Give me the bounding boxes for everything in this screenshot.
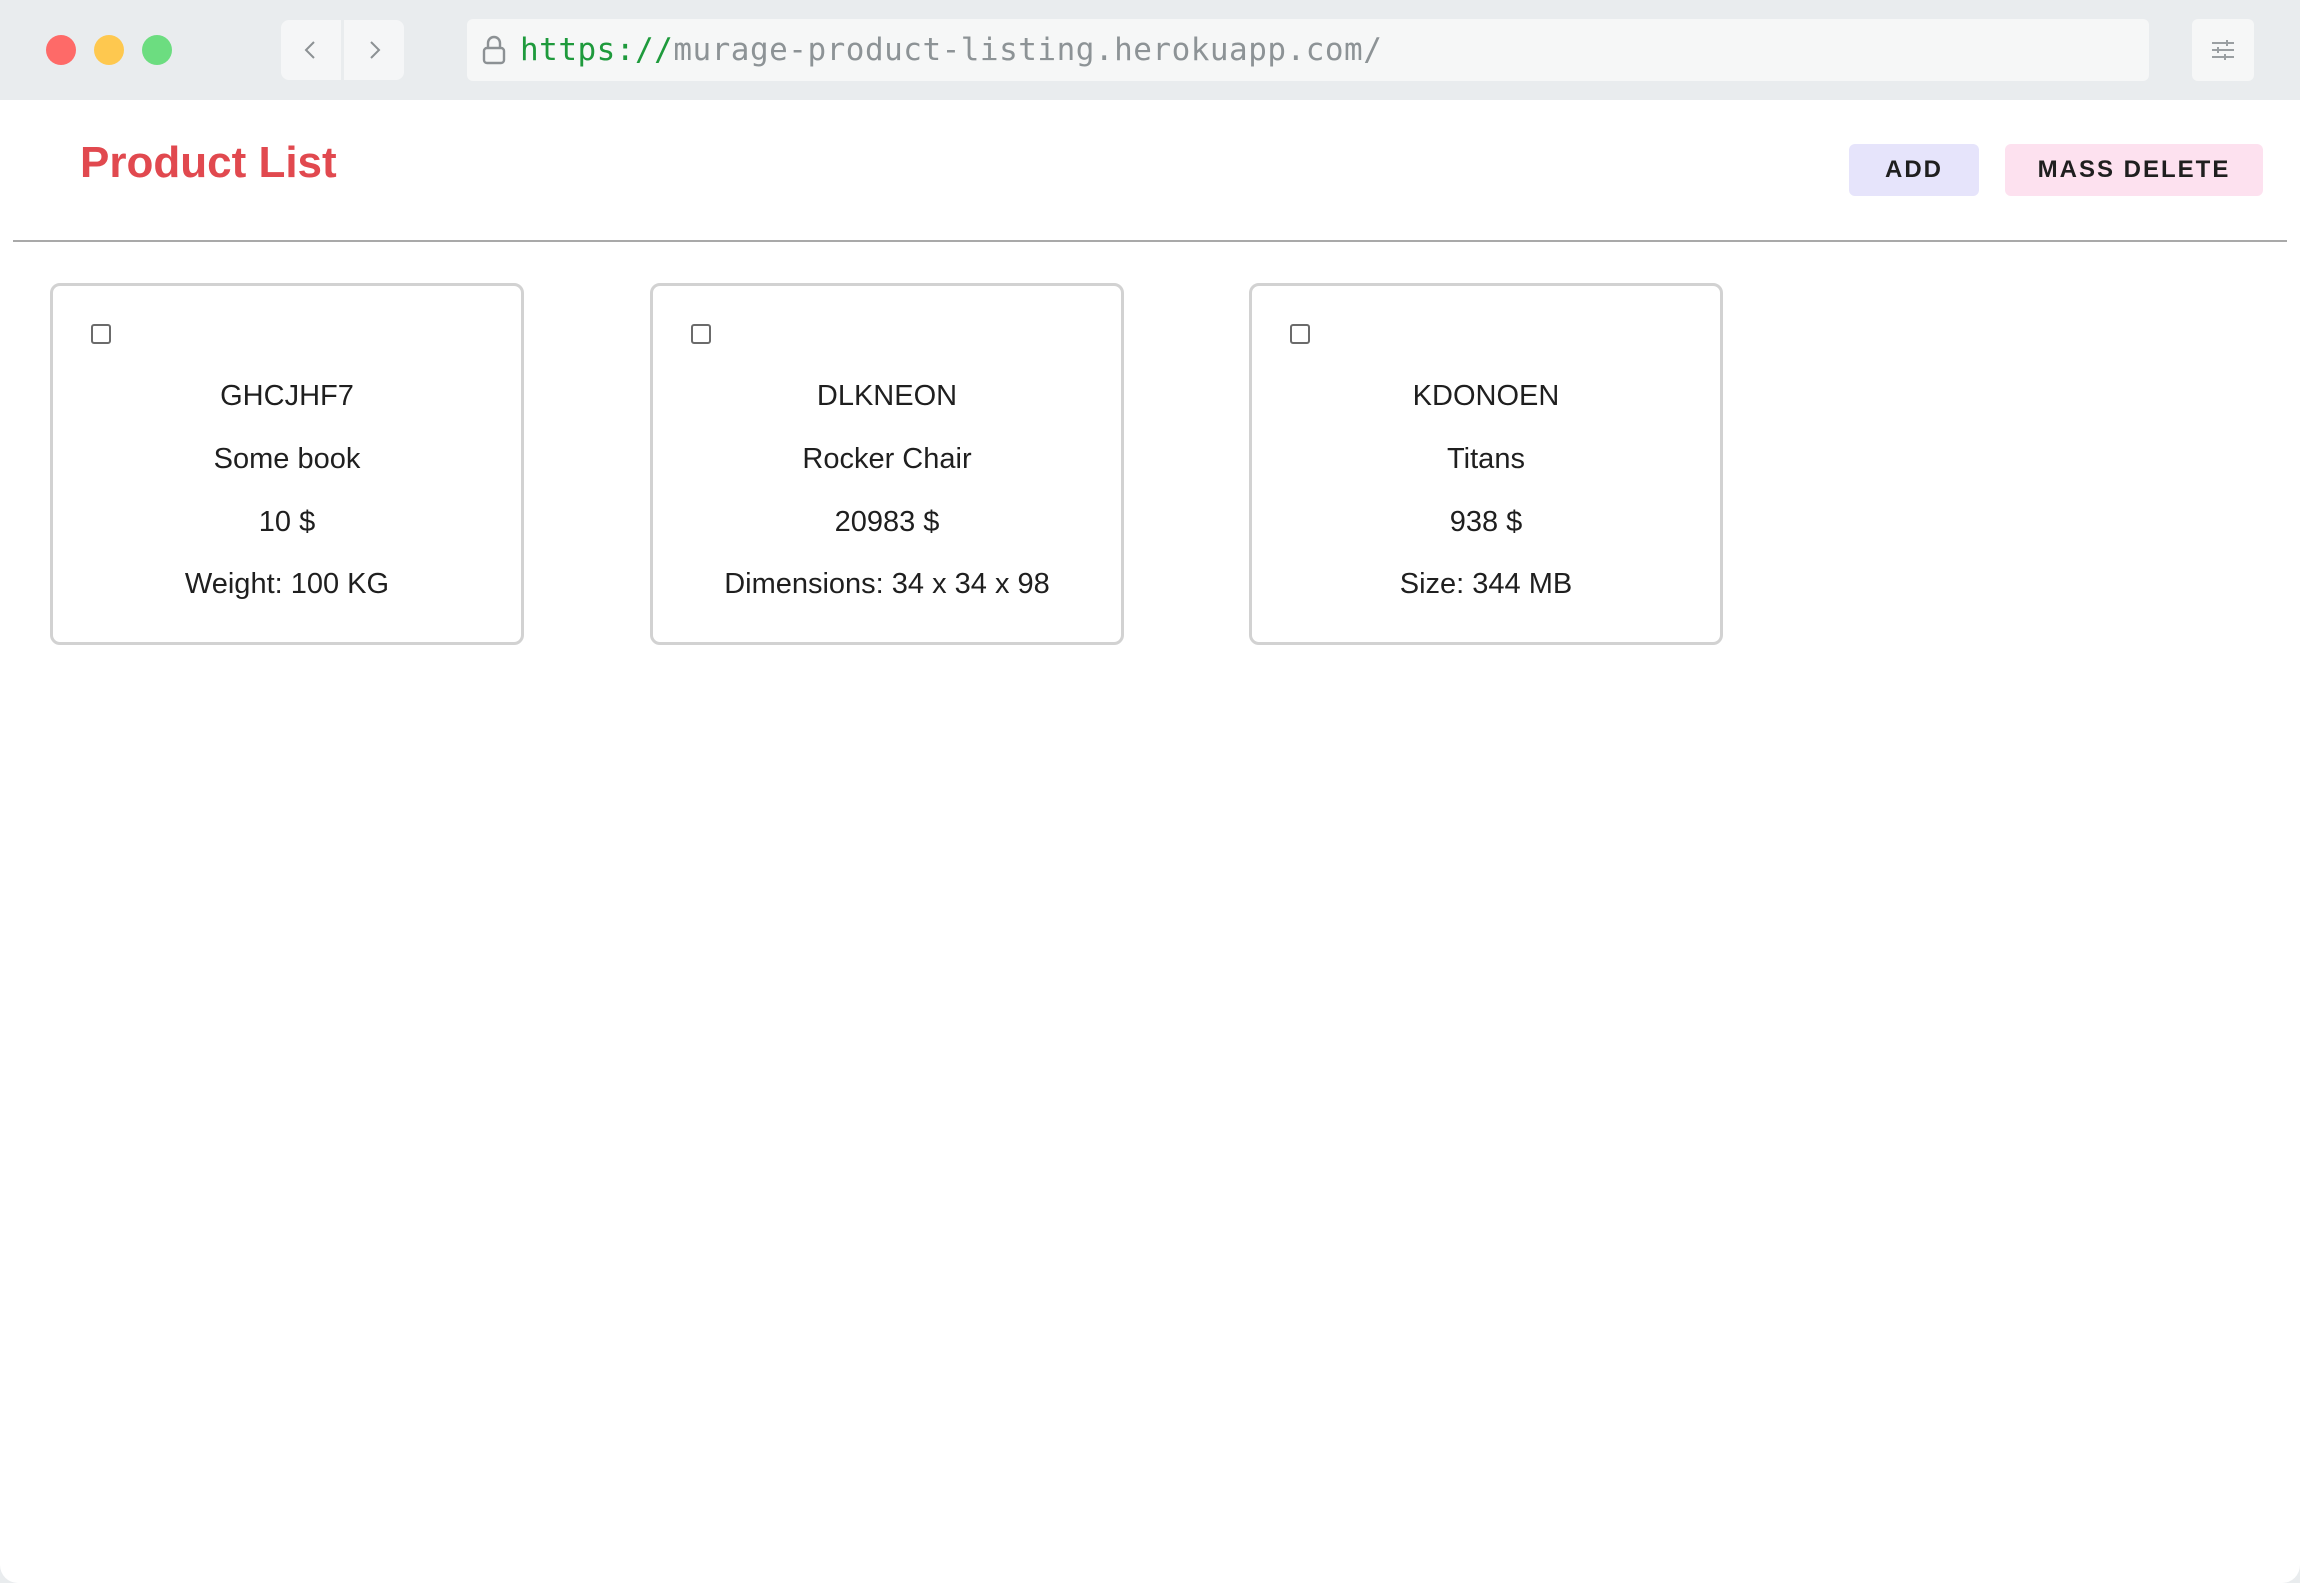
- delete-checkbox[interactable]: [91, 324, 111, 344]
- product-attribute: Size: 344 MB: [1399, 568, 1573, 600]
- product-price: 10 $: [258, 506, 316, 538]
- page-title: Product List: [80, 138, 337, 187]
- product-name: Rocker Chair: [802, 443, 972, 475]
- browser-window: https://murage-product-listing.herokuapp…: [0, 0, 2300, 1583]
- product-sku: DLKNEON: [816, 380, 958, 412]
- product-attribute: Dimensions: 34 x 34 x 98: [724, 568, 1050, 600]
- browser-toolbar: https://murage-product-listing.herokuapp…: [0, 0, 2300, 100]
- lock-icon: [480, 34, 508, 66]
- product-name: Titans: [1447, 443, 1525, 475]
- delete-checkbox[interactable]: [1290, 324, 1310, 344]
- mass-delete-button[interactable]: MASS DELETE: [2005, 144, 2263, 196]
- url-text: https://murage-product-listing.herokuapp…: [520, 32, 1382, 68]
- add-button[interactable]: ADD: [1849, 144, 1979, 196]
- address-bar[interactable]: https://murage-product-listing.herokuapp…: [467, 19, 2149, 81]
- delete-checkbox[interactable]: [691, 324, 711, 344]
- header-divider: [13, 240, 2287, 242]
- settings-button[interactable]: [2192, 19, 2254, 81]
- url-scheme: https://: [520, 32, 674, 68]
- product-price: 938 $: [1449, 506, 1523, 538]
- url-host: murage-product-listing.herokuapp.com/: [673, 32, 1383, 68]
- chevron-left-icon: [304, 41, 315, 59]
- product-name: Some book: [213, 443, 361, 475]
- product-card: GHCJHF7 Some book 10 $ Weight: 100 KG: [50, 283, 524, 645]
- forward-button[interactable]: [344, 20, 404, 80]
- product-sku: KDONOEN: [1412, 380, 1560, 412]
- product-sku: GHCJHF7: [220, 380, 354, 412]
- product-card: DLKNEON Rocker Chair 20983 $ Dimensions:…: [650, 283, 1124, 645]
- product-attribute: Weight: 100 KG: [184, 568, 390, 600]
- back-button[interactable]: [281, 20, 341, 80]
- page-content: Product List ADD MASS DELETE GHCJHF7 Som…: [0, 100, 2300, 1583]
- product-price: 20983 $: [834, 506, 940, 538]
- product-card: KDONOEN Titans 938 $ Size: 344 MB: [1249, 283, 1723, 645]
- minimize-window-button[interactable]: [94, 35, 124, 65]
- chevron-right-icon: [370, 41, 381, 59]
- close-window-button[interactable]: [46, 35, 76, 65]
- maximize-window-button[interactable]: [142, 35, 172, 65]
- sliders-icon: [2212, 40, 2234, 60]
